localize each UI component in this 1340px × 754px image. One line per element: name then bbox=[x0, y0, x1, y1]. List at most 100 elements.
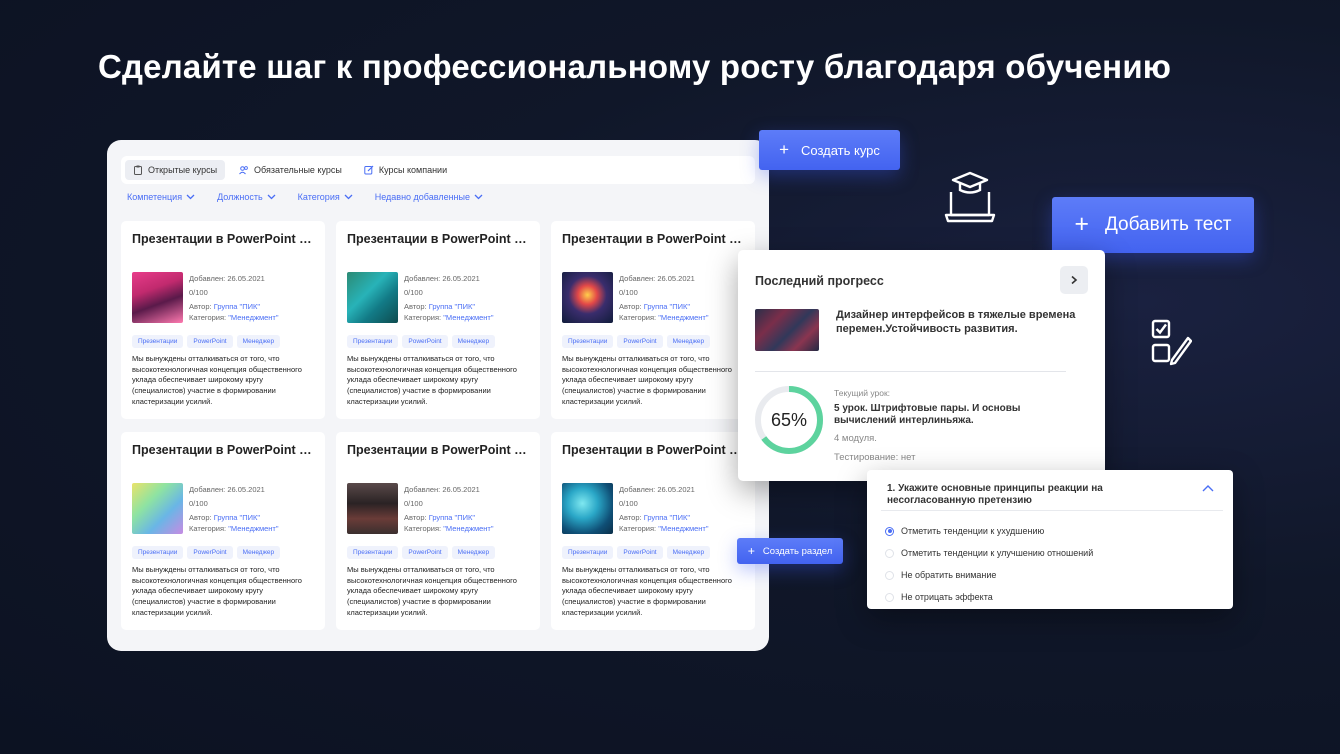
radio-button[interactable] bbox=[885, 526, 894, 536]
tag[interactable]: Менеджер bbox=[451, 546, 496, 559]
tab-open-courses[interactable]: Открытые курсы bbox=[125, 160, 226, 180]
radio-button[interactable] bbox=[885, 548, 894, 558]
course-meta: Добавлен: 26.05.2021 0/100 Автор: Группа… bbox=[189, 483, 319, 536]
category-link[interactable]: "Менеджмент" bbox=[228, 313, 278, 322]
course-title[interactable]: Презентации в PowerPoint и... bbox=[562, 443, 744, 457]
tag[interactable]: PowerPoint bbox=[617, 335, 663, 348]
author-link[interactable]: Группа "ПИК" bbox=[429, 302, 475, 311]
filter-recently-added[interactable]: Недавно добавленные bbox=[375, 192, 483, 202]
course-grid: Презентации в PowerPoint и... Добавлен: … bbox=[121, 221, 755, 630]
progress-course-title[interactable]: Дизайнер интерфейсов в тяжелые времена п… bbox=[836, 309, 1086, 336]
answer-option[interactable]: Не отрицать эффекта bbox=[885, 586, 1093, 608]
category-link[interactable]: "Менеджмент" bbox=[443, 524, 493, 533]
course-card[interactable]: Презентации в PowerPoint и... Добавлен: … bbox=[121, 221, 325, 419]
category-link[interactable]: "Менеджмент" bbox=[228, 524, 278, 533]
course-card[interactable]: Презентации в PowerPoint и... Добавлен: … bbox=[336, 432, 540, 630]
added-date: 26.05.2021 bbox=[227, 485, 265, 494]
chevron-down-icon bbox=[344, 194, 353, 200]
tab-label: Курсы компании bbox=[378, 165, 448, 175]
author-link[interactable]: Группа "ПИК" bbox=[214, 302, 260, 311]
modules-count: 4 модуля. bbox=[834, 433, 877, 444]
progress-percent: 65% bbox=[770, 409, 808, 430]
tag[interactable]: PowerPoint bbox=[402, 546, 448, 559]
course-meta: Добавлен: 26.05.2021 0/100 Автор: Группа… bbox=[619, 272, 749, 325]
question-text: 1. Укажите основные принципы реакции на … bbox=[887, 483, 1103, 506]
course-meta: Добавлен: 26.05.2021 0/100 Автор: Группа… bbox=[404, 272, 534, 325]
tag[interactable]: Менеджер bbox=[451, 335, 496, 348]
added-label: Добавлен: bbox=[619, 485, 656, 494]
tag[interactable]: Менеджер bbox=[666, 546, 711, 559]
course-meta: Добавлен: 26.05.2021 0/100 Автор: Группа… bbox=[189, 272, 319, 325]
option-label: Отметить тенденции к ухудшению bbox=[901, 526, 1045, 536]
filter-label: Компетенция bbox=[127, 192, 183, 202]
plus-icon: + bbox=[779, 139, 789, 159]
clipboard-icon bbox=[134, 165, 142, 175]
author-link[interactable]: Группа "ПИК" bbox=[429, 513, 475, 522]
tag[interactable]: Презентации bbox=[347, 335, 399, 348]
course-card[interactable]: Презентации в PowerPoint и... Добавлен: … bbox=[551, 221, 755, 419]
course-tags: Презентации PowerPoint Менеджер bbox=[132, 335, 281, 348]
radio-button[interactable] bbox=[885, 570, 894, 580]
category-link[interactable]: "Менеджмент" bbox=[658, 524, 708, 533]
course-progress: 0/100 bbox=[619, 288, 638, 297]
course-title[interactable]: Презентации в PowerPoint и... bbox=[347, 443, 529, 457]
tag[interactable]: Менеджер bbox=[666, 335, 711, 348]
chevron-right-icon bbox=[1071, 275, 1078, 285]
course-title[interactable]: Презентации в PowerPoint и... bbox=[562, 232, 744, 246]
option-label: Не отрицать эффекта bbox=[901, 592, 993, 602]
tab-company-courses[interactable]: Курсы компании bbox=[356, 160, 455, 180]
edit-icon bbox=[364, 165, 374, 175]
answer-option[interactable]: Отметить тенденции к улучшению отношений bbox=[885, 542, 1093, 564]
category-label: Категория: bbox=[189, 313, 227, 322]
tag[interactable]: Презентации bbox=[562, 546, 614, 559]
added-date: 26.05.2021 bbox=[657, 485, 695, 494]
category-label: Категория: bbox=[619, 524, 657, 533]
course-title[interactable]: Презентации в PowerPoint и... bbox=[132, 443, 314, 457]
tag[interactable]: Презентации bbox=[132, 546, 184, 559]
added-label: Добавлен: bbox=[189, 485, 226, 494]
add-test-button[interactable]: + Добавить тест bbox=[1052, 197, 1254, 253]
tag[interactable]: Менеджер bbox=[236, 546, 281, 559]
author-label: Автор: bbox=[189, 513, 212, 522]
tag[interactable]: Презентации bbox=[132, 335, 184, 348]
author-link[interactable]: Группа "ПИК" bbox=[644, 513, 690, 522]
tag[interactable]: PowerPoint bbox=[187, 546, 233, 559]
create-section-button[interactable]: + Создать раздел bbox=[737, 538, 843, 564]
added-date: 26.05.2021 bbox=[657, 274, 695, 283]
chevron-up-icon[interactable] bbox=[1202, 484, 1214, 492]
author-link[interactable]: Группа "ПИК" bbox=[644, 302, 690, 311]
course-title[interactable]: Презентации в PowerPoint и... bbox=[132, 232, 314, 246]
current-lesson[interactable]: 5 урок. Штрифтовые пары. И основы вычисл… bbox=[834, 403, 1084, 427]
current-lesson-label: Текущий урок: bbox=[834, 388, 891, 398]
next-button[interactable] bbox=[1060, 266, 1088, 294]
tab-required-courses[interactable]: Обязательные курсы bbox=[231, 160, 350, 180]
course-thumbnail bbox=[562, 272, 613, 323]
added-date: 26.05.2021 bbox=[442, 274, 480, 283]
tag[interactable]: PowerPoint bbox=[187, 335, 233, 348]
category-link[interactable]: "Менеджмент" bbox=[658, 313, 708, 322]
tag[interactable]: PowerPoint bbox=[617, 546, 663, 559]
answer-option[interactable]: Отметить тенденции к ухудшению bbox=[885, 520, 1093, 542]
last-progress-card: Последний прогресс Дизайнер интерфейсов … bbox=[738, 250, 1105, 481]
course-card[interactable]: Презентации в PowerPoint и... Добавлен: … bbox=[121, 432, 325, 630]
filter-category[interactable]: Категория bbox=[298, 192, 353, 202]
radio-button[interactable] bbox=[885, 592, 894, 602]
filter-position[interactable]: Должность bbox=[217, 192, 276, 202]
tag[interactable]: Менеджер bbox=[236, 335, 281, 348]
author-link[interactable]: Группа "ПИК" bbox=[214, 513, 260, 522]
course-progress: 0/100 bbox=[619, 499, 638, 508]
tab-label: Открытые курсы bbox=[148, 165, 218, 175]
tag[interactable]: Презентации bbox=[347, 546, 399, 559]
course-card[interactable]: Презентации в PowerPoint и... Добавлен: … bbox=[551, 432, 755, 630]
category-link[interactable]: "Менеджмент" bbox=[443, 313, 493, 322]
answer-option[interactable]: Не обратить внимание bbox=[885, 564, 1093, 586]
course-catalog-panel: Открытые курсы Обязательные курсы Курсы … bbox=[107, 140, 769, 651]
create-course-button[interactable]: + Создать курс bbox=[759, 130, 900, 170]
plus-icon: + bbox=[747, 543, 755, 558]
divider bbox=[881, 510, 1223, 511]
tag[interactable]: Презентации bbox=[562, 335, 614, 348]
course-title[interactable]: Презентации в PowerPoint и... bbox=[347, 232, 529, 246]
course-card[interactable]: Презентации в PowerPoint и... Добавлен: … bbox=[336, 221, 540, 419]
tag[interactable]: PowerPoint bbox=[402, 335, 448, 348]
filter-competence[interactable]: Компетенция bbox=[127, 192, 195, 202]
